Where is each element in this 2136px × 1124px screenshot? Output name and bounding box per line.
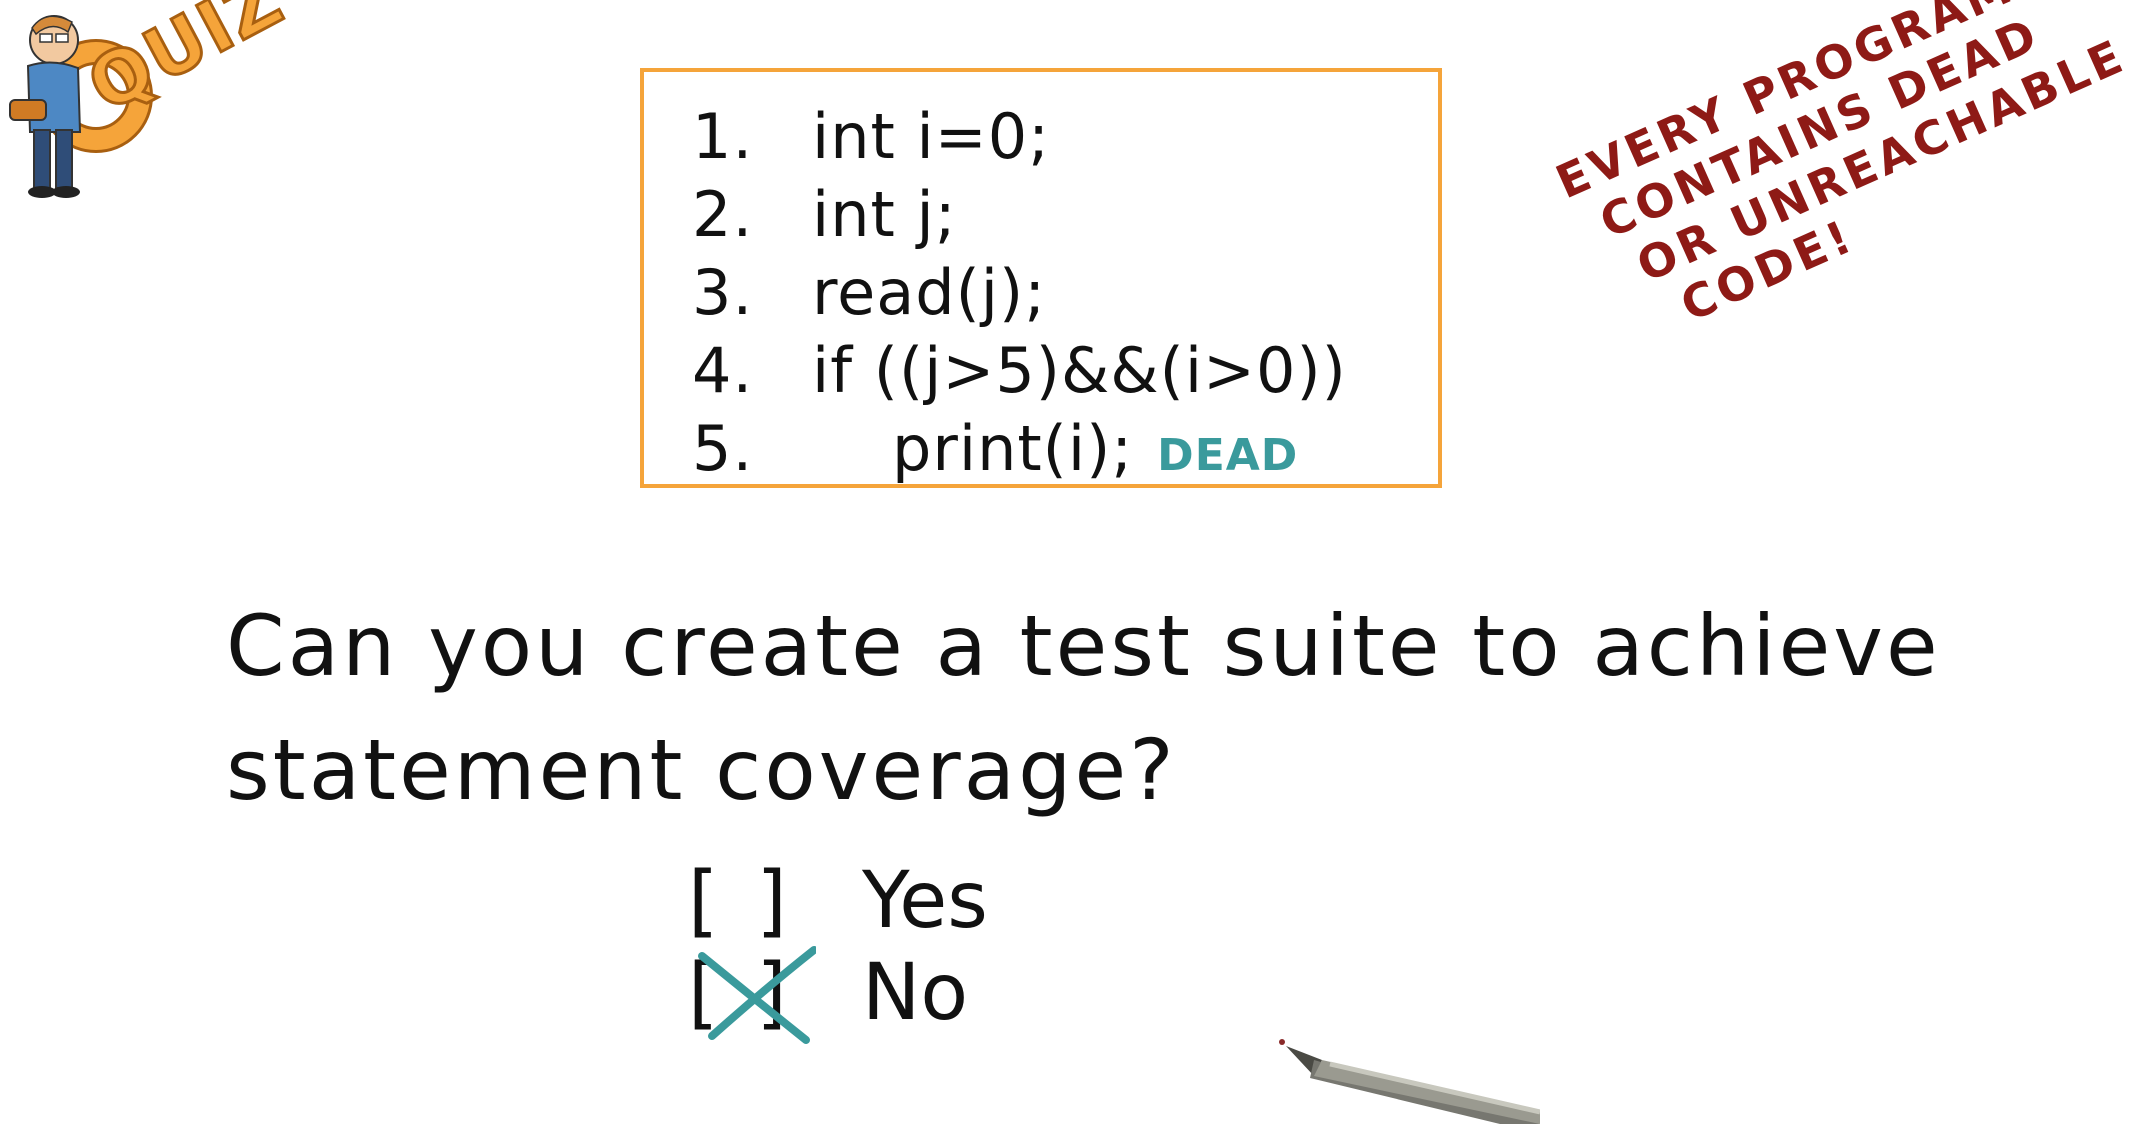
option-label-yes: Yes	[862, 856, 988, 946]
code-line-1: 1. int i=0;	[692, 106, 1050, 168]
option-no[interactable]: [] No	[688, 946, 969, 1044]
option-label-no: No	[862, 948, 969, 1038]
question-line-2: statement coverage?	[226, 721, 1177, 819]
line-number: 5.	[692, 412, 754, 485]
code-statement: print(i);	[892, 412, 1134, 485]
code-line-4: 4. if ((j>5)&&(i>0))	[692, 340, 1347, 402]
no-checkbox[interactable]: []	[688, 946, 828, 1044]
code-statement: if ((j>5)&&(i>0))	[812, 334, 1347, 407]
code-statement: int j;	[812, 178, 957, 251]
quiz-question: Can you create a test suite to achieve s…	[226, 584, 2026, 832]
line-number: 3.	[692, 256, 754, 329]
pen-icon	[1279, 1039, 1540, 1124]
code-statement: int i=0;	[812, 100, 1051, 173]
code-statement: read(j);	[812, 256, 1047, 329]
checkbox-brackets: []	[688, 856, 825, 946]
code-line-3: 3. read(j);	[692, 262, 1046, 324]
line-number: 4.	[692, 334, 754, 407]
yes-checkbox[interactable]: []	[688, 856, 828, 946]
line-number: 2.	[692, 178, 754, 251]
question-line-1: Can you create a test suite to achieve	[226, 597, 1941, 695]
quiz-logo: QUIZ	[6, 0, 306, 214]
x-mark-icon	[698, 946, 816, 1044]
code-line-2: 2. int j;	[692, 184, 957, 246]
line-number: 1.	[692, 100, 754, 173]
code-snippet-box: 1. int i=0; 2. int j; 3. read(j); 4. if ((j>…	[640, 68, 1442, 488]
code-line-5: 5. print(i); DEAD	[692, 418, 1298, 480]
option-yes[interactable]: [] Yes	[688, 856, 988, 946]
dead-code-annotation: DEAD	[1157, 430, 1299, 481]
dead-code-note: EVERY PROGRAM CONTAINS DEAD OR UNREACHAB…	[1548, 0, 2136, 358]
lecture-slide: QUIZ 1. int i=0; 2. int j; 3. read(j); 4. if…	[0, 0, 2136, 1124]
